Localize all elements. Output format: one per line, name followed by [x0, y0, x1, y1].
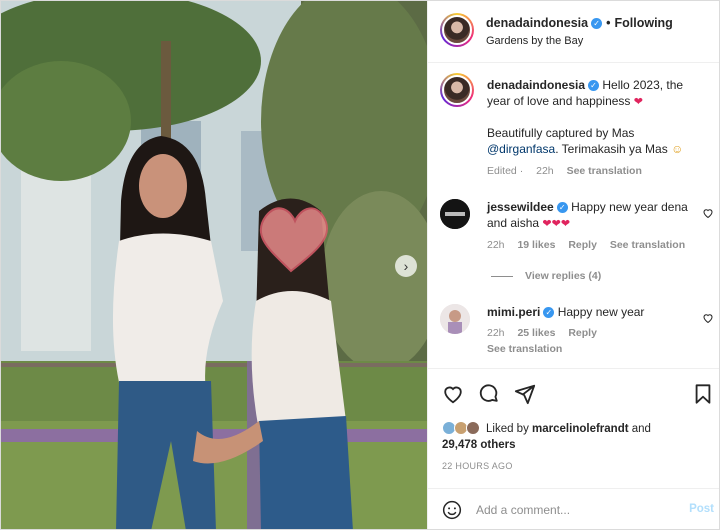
comment-username[interactable]: jessewildee	[487, 200, 554, 214]
see-translation-link[interactable]: See translation	[487, 343, 562, 355]
post-comment-button[interactable]: Post	[689, 503, 714, 515]
post-details-panel: denadaindonesia ✓ • Following Gardens by th…	[427, 1, 719, 529]
bookmark-icon[interactable]	[692, 383, 714, 405]
liked-by-user[interactable]: marcelinolefrandt	[532, 423, 629, 435]
see-translation-link[interactable]: See translation	[567, 165, 642, 177]
verified-badge-icon: ✓	[556, 202, 568, 214]
red-heart-emoji-icon: ❤❤❤	[542, 218, 571, 230]
commenter-avatar[interactable]	[440, 199, 470, 229]
comment-text: mimi.peri ✓ Happy new year	[487, 304, 693, 320]
post-timestamp[interactable]: 22 HOURS AGO	[442, 461, 513, 471]
comment-meta: 22h 19 likes Reply See translation	[487, 239, 695, 251]
photo-scene	[1, 1, 427, 529]
avatar-image	[440, 199, 470, 229]
comment-like-heart-icon[interactable]	[702, 312, 714, 324]
add-comment-bar: Post	[428, 488, 719, 529]
smiling-face-emoji-icon: ☺	[671, 142, 684, 156]
paper-plane-icon[interactable]	[514, 383, 536, 405]
likes-summary: Liked by marcelinolefrandt and 29,478 ot…	[442, 421, 651, 453]
reply-button[interactable]: Reply	[568, 327, 597, 339]
verified-badge-icon: ✓	[591, 18, 603, 30]
comment-like-heart-icon[interactable]	[702, 207, 714, 219]
comments-list[interactable]: denadaindonesia ✓ Hello 2023, the year of…	[428, 63, 719, 368]
meta-dot: ·	[516, 165, 527, 177]
heart-icon[interactable]	[442, 383, 464, 405]
commenter-avatar[interactable]	[440, 304, 470, 334]
comment-content: Happy new year	[557, 305, 645, 319]
caption-credit: Beautifully captured by Mas @dirganfasa.…	[487, 125, 693, 157]
author-username[interactable]: denadaindonesia	[486, 16, 588, 30]
mention-link[interactable]: @dirganfasa	[487, 142, 555, 156]
comment-bubble-icon[interactable]	[478, 383, 500, 405]
likes-others[interactable]: 29,478 others	[442, 439, 516, 451]
caption-avatar[interactable]	[440, 73, 474, 107]
following-button[interactable]: Following	[615, 16, 673, 30]
likes-and: and	[631, 423, 651, 436]
see-translation-link[interactable]: See translation	[610, 239, 685, 251]
caption-username[interactable]: denadaindonesia	[487, 78, 585, 92]
comment-time: 22h	[487, 327, 505, 339]
edited-label: Edited	[487, 165, 517, 177]
red-heart-emoji-icon: ❤	[633, 96, 643, 108]
view-replies-button[interactable]: View replies (4)	[491, 270, 601, 282]
post-photo[interactable]: ›	[1, 1, 427, 529]
separator-dot: •	[606, 16, 611, 30]
reply-button[interactable]: Reply	[568, 239, 597, 251]
comment-likes[interactable]: 19 likes	[517, 239, 555, 251]
post-actions: Liked by marcelinolefrandt and 29,478 ot…	[428, 368, 719, 488]
comment-time: 22h	[487, 239, 505, 251]
caption-text: denadaindonesia ✓ Hello 2023, the year of…	[487, 77, 693, 110]
divider-line	[491, 275, 513, 277]
verified-badge-icon: ✓	[588, 80, 600, 92]
header-line: denadaindonesia ✓ • Following	[486, 16, 673, 30]
smiley-icon[interactable]	[442, 500, 462, 520]
post-location[interactable]: Gardens by the Bay	[486, 35, 583, 47]
comment-likes[interactable]: 25 likes	[517, 327, 555, 339]
liker-avatars[interactable]	[442, 421, 482, 437]
view-replies-label: View replies (4)	[525, 270, 602, 282]
caption-meta: Edited · 22h See translation	[487, 165, 652, 177]
comment-meta-2: See translation	[487, 343, 572, 355]
comment-text: jessewildee ✓ Happy new year dena and ais…	[487, 199, 693, 232]
carousel-next-button[interactable]: ›	[395, 255, 417, 277]
chevron-right-icon: ›	[403, 258, 409, 274]
verified-badge-icon: ✓	[543, 307, 555, 319]
caption-line2-prefix: Beautifully captured by Mas	[487, 126, 635, 140]
comment-meta: 22h 25 likes Reply	[487, 327, 607, 339]
avatar-image	[440, 304, 470, 334]
post-window: › denadaindonesia ✓ • Following Gardens by …	[0, 0, 720, 530]
comment-input[interactable]	[476, 501, 666, 519]
caption-line2-suffix: . Terimakasih ya Mas	[555, 142, 668, 156]
author-avatar[interactable]	[440, 13, 474, 47]
liked-by-label: Liked by	[486, 423, 529, 436]
post-header: denadaindonesia ✓ • Following Gardens by th…	[428, 1, 719, 63]
caption-time: 22h	[536, 165, 554, 177]
comment-username[interactable]: mimi.peri	[487, 305, 540, 319]
